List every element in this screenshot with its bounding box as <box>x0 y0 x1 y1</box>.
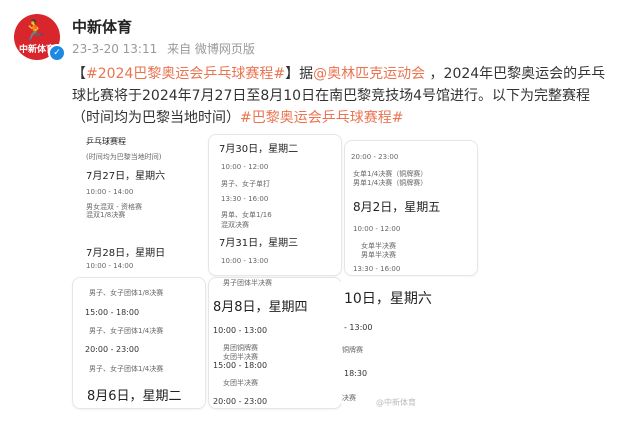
event-item: 铜牌赛 <box>342 346 363 354</box>
time-label: 10:00 - 13:00 <box>221 257 269 265</box>
date-label: 7月31日，星期三 <box>219 238 299 249</box>
schedule-image-6[interactable]: 10日，星期六 - 13:00 铜牌赛 18:30 决赛 <box>340 277 472 407</box>
date-label: 7月27日，星期六 <box>86 171 166 182</box>
event-item: 决赛 <box>342 394 356 402</box>
date-label: 10日，星期六 <box>344 291 432 307</box>
date-label: 7月30日，星期二 <box>219 144 299 155</box>
verified-badge-icon: ✓ <box>48 44 66 62</box>
username[interactable]: 中新体育 <box>72 16 132 37</box>
event-item: 混双1/8决赛 <box>86 211 126 219</box>
time-label: 13:30 - 16:00 <box>353 265 401 273</box>
event-item: 男单、女单1/16 <box>221 211 272 219</box>
date-label: 8月2日，星期五 <box>353 200 441 214</box>
event-item: 女团半决赛 <box>223 379 258 387</box>
time-label: 10:00 - 12:00 <box>353 225 401 233</box>
post-source: 来自 微博网页版 <box>167 42 255 56</box>
date-label: 7月28日，星期日 <box>86 248 166 259</box>
pre-mention: 据 <box>299 66 314 82</box>
schedule-image-2[interactable]: 7月30日，星期二 10:00 - 12:00 男子、女子单打 13:30 - … <box>208 134 342 276</box>
bracket-open: 【 <box>72 66 86 82</box>
post-text: 【#2024巴黎奥运会乒乓球赛程#】据@奥林匹克运动会 ，2024年巴黎奥运会的… <box>72 63 617 129</box>
schedule-image-3[interactable]: 20:00 - 23:00 女单1/4决赛（铜牌赛） 男单1/4决赛（铜牌赛） … <box>344 140 478 276</box>
post-meta: 23-3-20 13:11 来自 微博网页版 <box>72 40 261 57</box>
event-item: 男单1/4决赛（铜牌赛） <box>353 179 428 187</box>
time-label: 20:00 - 23:00 <box>85 345 140 354</box>
schedule-image-1[interactable]: 乒乓球赛程 (时间均为巴黎当地时间) 7月27日，星期六 10:00 - 14:… <box>72 134 204 274</box>
schedule-image-5[interactable]: 男子团体半决赛 8月8日，星期四 10:00 - 13:00 男团铜牌赛 女团半… <box>208 277 342 409</box>
time-label: 18:30 <box>344 369 368 378</box>
time-label: 10:00 - 12:00 <box>221 163 269 171</box>
date-label: 8月8日，星期四 <box>213 300 308 315</box>
date-label: 8月6日，星期二 <box>87 389 182 404</box>
time-label: 13:30 - 16:00 <box>221 195 269 203</box>
event-item: 男子团体半决赛 <box>223 279 272 287</box>
time-label: 20:00 - 23:00 <box>351 153 399 161</box>
event-item: 男子、女子团体1/4决赛 <box>89 327 164 335</box>
event-item: 混双决赛 <box>221 221 249 229</box>
event-item: 男子、女子团体1/4决赛 <box>89 365 164 373</box>
time-label: 10:00 - 13:00 <box>213 326 268 335</box>
topic-link[interactable]: #2024巴黎奥运会乒乓球赛程# <box>86 66 285 82</box>
time-label: 10:00 - 14:00 <box>86 188 134 196</box>
mention-link[interactable]: @奥林匹克运动会 <box>313 66 425 82</box>
image-sub: (时间均为巴黎当地时间) <box>86 153 162 161</box>
image-header: 乒乓球赛程 <box>86 137 126 146</box>
topic-link-2[interactable]: #巴黎奥运会乒乓球赛程# <box>240 110 403 126</box>
time-label: - 13:00 <box>344 323 373 332</box>
image-watermark: @中新体育 <box>376 398 416 407</box>
time-label: 15:00 - 18:00 <box>85 308 140 317</box>
runner-icon: 🏃 <box>22 18 47 42</box>
time-label: 15:00 - 18:00 <box>213 361 268 370</box>
time-label: 10:00 - 14:00 <box>86 262 134 270</box>
event-item: 男子、女子单打 <box>221 180 270 188</box>
post-time[interactable]: 23-3-20 13:11 <box>72 42 157 56</box>
event-item: 男单半决赛 <box>361 251 396 259</box>
bracket-close: 】 <box>285 66 300 82</box>
schedule-image-4[interactable]: 男子、女子团体1/8决赛 15:00 - 18:00 男子、女子团体1/4决赛 … <box>72 277 206 409</box>
event-item: 男子、女子团体1/8决赛 <box>89 289 164 297</box>
time-label: 20:00 - 23:00 <box>213 397 268 406</box>
